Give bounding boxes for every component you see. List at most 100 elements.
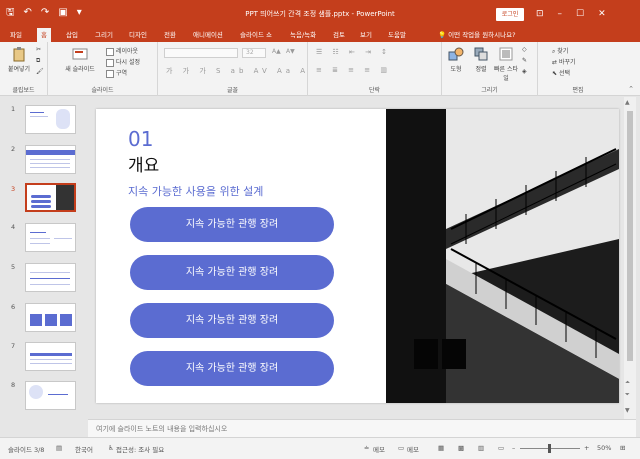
- tab-animations[interactable]: 애니메이션: [189, 28, 227, 42]
- slide-sorter-icon[interactable]: ▩: [458, 444, 464, 452]
- font-shrink-icon[interactable]: A▼: [286, 48, 295, 55]
- language-indicator[interactable]: 한국어: [75, 444, 93, 454]
- tab-review[interactable]: 검토: [329, 28, 349, 42]
- tab-design[interactable]: 디자인: [125, 28, 151, 42]
- slide-thumbnail-7[interactable]: [25, 342, 76, 371]
- notes-pane[interactable]: 여기에 슬라이드 노트의 내용을 입력하십시오: [88, 419, 636, 437]
- collapse-ribbon-icon[interactable]: ⌃: [628, 85, 634, 93]
- paste-button[interactable]: 붙여넣기: [6, 46, 32, 73]
- pill-text-box[interactable]: 지속 가능한 관행 장려: [130, 351, 334, 386]
- pill-text-box[interactable]: 지속 가능한 관행 장려: [130, 303, 334, 338]
- align-icons[interactable]: ≡ ≣ ≡ ≡ ▥: [316, 66, 391, 74]
- pill-text-box[interactable]: 지속 가능한 관행 장려: [130, 255, 334, 290]
- tab-record[interactable]: 녹음/녹화: [286, 28, 320, 42]
- reset-icon: [106, 58, 114, 67]
- font-name-dropdown[interactable]: [164, 48, 238, 58]
- fit-slide-icon[interactable]: ⊞: [620, 444, 625, 452]
- group-drawing: 도형 정렬 빠른 스타일 ◇ ✎ ◈ 그리기: [442, 42, 538, 96]
- font-grow-icon[interactable]: A▲: [272, 48, 281, 55]
- slide-title[interactable]: 개요: [128, 151, 159, 176]
- tab-transitions[interactable]: 전환: [160, 28, 180, 42]
- shape-outline-icon[interactable]: ✎: [522, 57, 527, 64]
- replace-icon: ⇄: [552, 59, 559, 66]
- format-painter-icon[interactable]: 🖌: [36, 68, 44, 75]
- font-format-icons[interactable]: 가 가 가 S ab AV Aa A: [166, 66, 309, 76]
- slide-thumbnail-5[interactable]: [25, 263, 76, 292]
- arrange-button[interactable]: 정렬: [470, 46, 492, 73]
- slide-thumbnail-1[interactable]: [25, 105, 76, 134]
- slide-thumbnail-4[interactable]: [25, 223, 76, 252]
- next-slide-icon[interactable]: ⏷: [625, 391, 630, 399]
- shape-effects-icon[interactable]: ◈: [522, 68, 527, 75]
- zoom-level[interactable]: 50%: [597, 444, 611, 452]
- font-size-dropdown[interactable]: 32: [242, 48, 266, 58]
- staircase-photo[interactable]: [386, 109, 619, 403]
- section-icon: [106, 69, 114, 78]
- slide-thumbnail-6[interactable]: [25, 303, 76, 332]
- group-label-slides: 슬라이드: [91, 87, 114, 94]
- slideshow-icon[interactable]: ▭: [498, 444, 504, 452]
- section-button[interactable]: 구역: [106, 68, 127, 78]
- tab-help[interactable]: 도움말: [384, 28, 410, 42]
- scrollbar-thumb[interactable]: [627, 111, 633, 361]
- slide-thumbnail-2[interactable]: [25, 145, 76, 174]
- maximize-icon[interactable]: ☐: [576, 8, 584, 20]
- group-clipboard: 붙여넣기 ✂ ⧉ 🖌 클립보드: [0, 42, 48, 96]
- group-font: 32 A▲ A▼ 가 가 가 S ab AV Aa A 글꼴: [158, 42, 308, 96]
- select-button[interactable]: ⬉ 선택: [552, 68, 570, 77]
- tab-insert[interactable]: 삽입: [62, 28, 82, 42]
- comments-toggle[interactable]: 메모: [407, 444, 419, 454]
- slide-thumbnail-8[interactable]: [25, 381, 76, 410]
- slide-section-number[interactable]: 01: [128, 127, 153, 151]
- cursor-icon: ⬉: [552, 70, 559, 77]
- tab-home[interactable]: 홈: [37, 28, 51, 42]
- shape-fill-icon[interactable]: ◇: [522, 46, 527, 53]
- cut-icon[interactable]: ✂: [36, 46, 41, 53]
- current-slide[interactable]: 01 개요 지속 가능한 사용을 위한 설계 지속 가능한 관행 장려 지속 가…: [96, 109, 619, 403]
- tab-file[interactable]: 파일: [6, 28, 26, 42]
- title-bar: 🖫 ↶ ↷ ▣ ▾ PPT 띄어쓰기 간격 조정 샘플.pptx - Power…: [0, 0, 640, 28]
- accessibility-status[interactable]: 접근성: 조사 필요: [116, 444, 164, 454]
- shape-button[interactable]: 도형: [444, 46, 468, 73]
- zoom-out-icon[interactable]: –: [512, 444, 515, 452]
- minimize-icon[interactable]: –: [558, 8, 563, 20]
- slide-editor: 01 개요 지속 가능한 사용을 위한 설계 지속 가능한 관행 장려 지속 가…: [88, 97, 624, 419]
- layout-button[interactable]: 레이아웃: [106, 46, 138, 56]
- tab-view[interactable]: 보기: [356, 28, 376, 42]
- tab-draw[interactable]: 그리기: [91, 28, 117, 42]
- quick-styles-button[interactable]: 빠른 스타일: [494, 46, 518, 82]
- reset-button[interactable]: 다시 설정: [106, 57, 140, 67]
- shapes-icon: [448, 47, 464, 61]
- slide-count: 슬라이드 3/8: [8, 446, 45, 454]
- lightbulb-icon: 💡: [438, 31, 449, 39]
- slide-subtitle[interactable]: 지속 가능한 사용을 위한 설계: [128, 183, 263, 199]
- tab-slideshow[interactable]: 슬라이드 쇼: [236, 28, 276, 42]
- copy-icon[interactable]: ⧉: [36, 57, 40, 65]
- scroll-up-icon[interactable]: ▲: [625, 99, 630, 106]
- reading-view-icon[interactable]: ▥: [478, 444, 484, 452]
- close-icon[interactable]: ✕: [598, 8, 606, 20]
- zoom-in-icon[interactable]: +: [584, 444, 589, 452]
- thumb-number: 1: [11, 105, 16, 113]
- list-icons[interactable]: ☰ ☷ ⇤ ⇥ ↕: [316, 48, 391, 56]
- tell-me-box[interactable]: 💡 이떤 작업을 원하시나요?: [438, 28, 516, 42]
- previous-slide-icon[interactable]: ⏶: [625, 379, 630, 387]
- group-label-paragraph: 단락: [368, 87, 381, 94]
- scroll-down-icon[interactable]: ▼: [625, 407, 630, 414]
- notes-toggle[interactable]: 메모: [373, 444, 385, 454]
- slide-thumbnail-pane: 1 2 3 4 5 6 7 8: [0, 97, 88, 437]
- notes-placeholder: 여기에 슬라이드 노트의 내용을 입력하십시오: [96, 425, 228, 433]
- ribbon-display-icon[interactable]: ⊡: [536, 8, 544, 20]
- new-slide-button[interactable]: 새 슬라이드: [60, 46, 100, 73]
- window-controls: ⊡ – ☐ ✕: [536, 8, 606, 20]
- slide-thumbnail-3[interactable]: [25, 183, 76, 212]
- zoom-slider-knob[interactable]: [548, 444, 551, 453]
- normal-view-icon[interactable]: ▦: [438, 444, 444, 452]
- vertical-scrollbar[interactable]: ▲ ⏶ ⏷ ▼: [624, 97, 636, 419]
- thumb-number: 6: [11, 303, 16, 311]
- replace-button[interactable]: ⇄ 바꾸기: [552, 57, 576, 66]
- spellcheck-icon[interactable]: ▤: [56, 444, 62, 452]
- pill-text-box[interactable]: 지속 가능한 관행 장려: [130, 207, 334, 242]
- find-button[interactable]: ⌕ 찾기: [552, 46, 568, 56]
- login-button[interactable]: 로그인: [496, 8, 524, 21]
